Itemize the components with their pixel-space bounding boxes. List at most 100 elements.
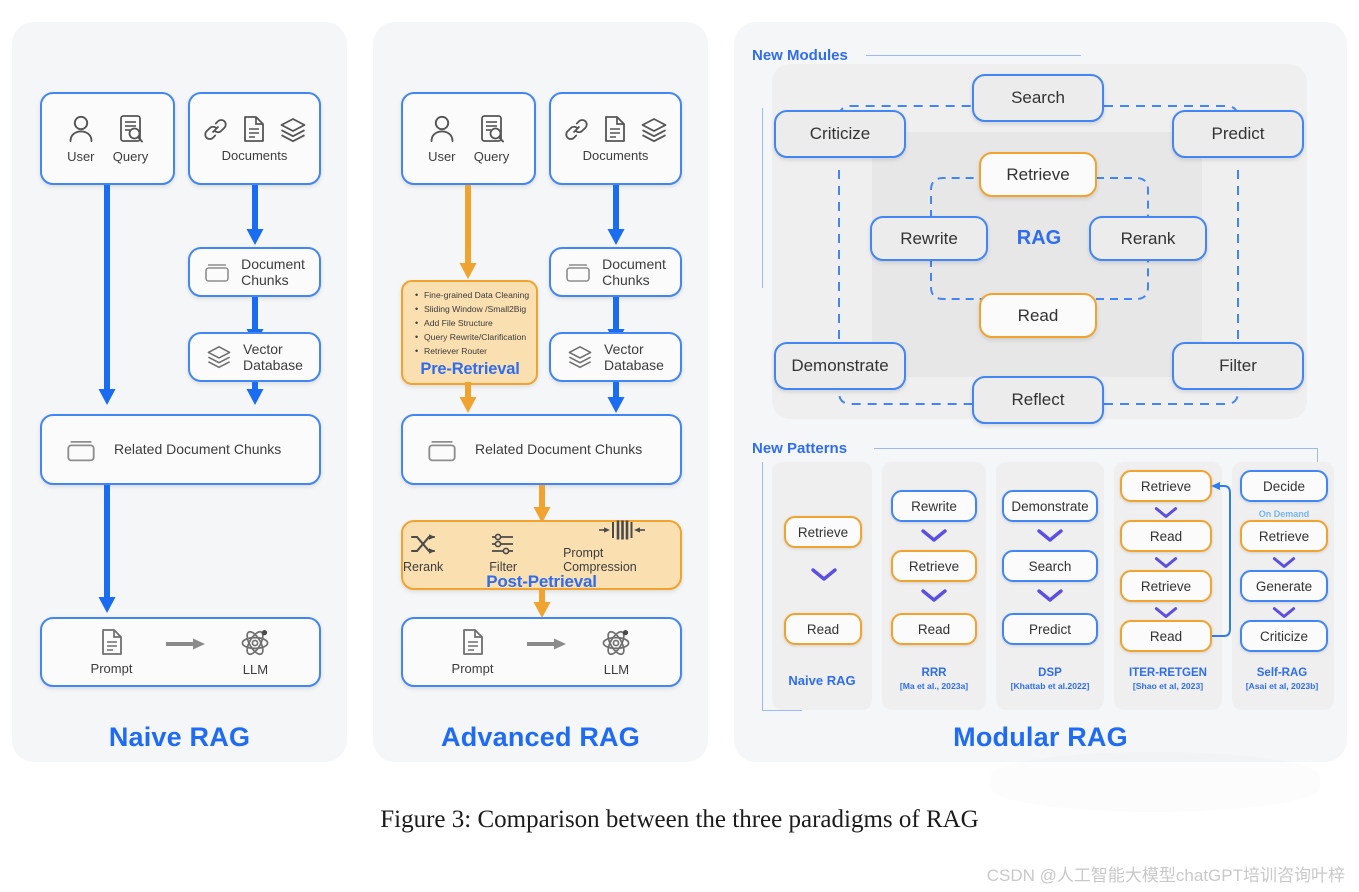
filter-icon-cell: Filter	[489, 533, 517, 574]
right-arrow-icon	[527, 637, 567, 651]
list-item: Sliding Window /Small2Big	[415, 302, 528, 317]
arrow-query-to-preretrieval	[458, 185, 478, 286]
advanced-rag-title: Advanced RAG	[441, 722, 640, 752]
post-retrieval-box: Rerank Filter Prompt Compression Post-Pe…	[401, 519, 682, 591]
query-label: Query	[112, 148, 149, 164]
arrow-documents-to-chunks	[245, 185, 265, 252]
arrow-query-to-related	[97, 185, 117, 412]
related-chunks-label: Related Document Chunks	[114, 441, 282, 458]
layers-icon	[640, 117, 668, 143]
related-chunks-label: Related Document Chunks	[475, 441, 643, 458]
document-icon	[603, 115, 627, 143]
pattern-step-retrieve[interactable]: Retrieve	[1240, 520, 1328, 552]
naive-document-chunks-box: Document Chunks	[188, 247, 321, 297]
layers-icon	[279, 117, 307, 143]
vector-database-label: Vector Database	[604, 340, 664, 373]
panel-modular-rag: New Modules Search Predict Filter Reflec…	[734, 22, 1347, 762]
pre-retrieval-list: Fine-grained Data Cleaning Sliding Windo…	[412, 288, 529, 359]
prompt-compression-icon	[597, 519, 647, 541]
rerank-label: Rerank	[403, 559, 444, 574]
figure-caption: Figure 3: Comparison between the three p…	[380, 806, 979, 833]
document-chunks-label: Document Chunks	[602, 255, 666, 288]
naive-documents-box: Documents	[188, 92, 321, 185]
link-icon	[563, 116, 590, 143]
modular-rag-title: Modular RAG	[953, 722, 1128, 752]
llm-icon-cell: LLM	[240, 628, 270, 677]
naive-rag-title: Naive RAG	[108, 722, 251, 752]
document-icon	[242, 115, 266, 143]
llm-atom-icon	[601, 628, 631, 657]
prompt-icon-cell: Prompt	[451, 628, 494, 676]
arrow-vectordb-to-related	[245, 382, 265, 412]
link-icon	[202, 116, 229, 143]
advanced-document-chunks-box: Document Chunks	[549, 247, 682, 297]
prompt-icon	[100, 628, 124, 656]
query-label: Query	[473, 148, 510, 164]
pattern-step-generate[interactable]: Generate	[1240, 570, 1328, 602]
right-arrow-icon	[166, 637, 206, 651]
filter-icon	[490, 533, 516, 555]
self-rag-on-demand-label: On Demand	[1258, 509, 1310, 519]
list-item: Add File Structure	[415, 316, 528, 331]
user-icon	[428, 114, 456, 144]
vector-database-icon	[206, 345, 232, 369]
documents-label: Documents	[221, 147, 288, 163]
panel-advanced-rag: User Query Documents • Fine-grained Data…	[373, 22, 708, 762]
prompt-icon-cell: Prompt	[90, 628, 133, 676]
documents-icon-cell: Documents	[563, 115, 668, 163]
advanced-vector-database-box: Vector Database	[549, 332, 682, 382]
query-icon	[478, 114, 506, 144]
naive-related-chunks-box: Related Document Chunks	[40, 414, 321, 485]
panel-naive-rag: User Query Documents Document Chunks Vec…	[12, 22, 347, 762]
arrow-documents-to-chunks	[606, 185, 626, 252]
user-label: User	[67, 148, 95, 164]
query-icon-cell: Query	[113, 114, 148, 164]
arrow-related-to-prompt	[97, 485, 117, 620]
naive-prompt-llm-box: Prompt LLM	[40, 617, 321, 687]
user-label: User	[428, 148, 456, 164]
llm-label: LLM	[242, 661, 269, 677]
advanced-documents-box: Documents	[549, 92, 682, 185]
pattern-name-self-rag: Self-RAG [Asai et al, 2023b]	[1230, 667, 1334, 691]
advanced-prompt-llm-box: Prompt LLM	[401, 617, 682, 687]
chunks-icon	[565, 261, 591, 283]
prompt-compression-label: Prompt Compression	[563, 545, 637, 574]
iter-retgen-feedback-arrow	[1211, 482, 1231, 637]
chunks-icon	[427, 437, 457, 463]
prompt-icon	[461, 628, 485, 656]
list-item: Query Rewrite/Clarification	[415, 330, 528, 345]
rerank-icon-cell: Rerank	[403, 533, 443, 574]
user-icon-cell: User	[428, 114, 456, 164]
query-icon-cell: Query	[474, 114, 509, 164]
prompt-label: Prompt	[90, 661, 133, 676]
csdn-watermark: CSDN @人工智能大模型chatGPT培训咨询叶梓	[986, 866, 1345, 885]
query-icon	[117, 114, 145, 144]
llm-label: LLM	[603, 661, 630, 677]
advanced-user-query-box: User Query	[401, 92, 536, 185]
rerank-icon	[410, 533, 436, 555]
pre-retrieval-box: Fine-grained Data Cleaning Sliding Windo…	[401, 280, 538, 385]
naive-vector-database-box: Vector Database	[188, 332, 321, 382]
pattern-name-iter-retgen: ITER-RETGEN [Shao et al, 2023]	[1112, 667, 1224, 691]
user-icon	[67, 114, 95, 144]
pattern-step-criticize[interactable]: Criticize	[1240, 620, 1328, 652]
list-item: Fine-grained Data Cleaning	[415, 288, 529, 303]
chunks-icon	[204, 261, 230, 283]
prompt-compression-icon-cell: Prompt Compression	[563, 519, 680, 574]
chunks-icon	[66, 437, 96, 463]
documents-icon-cell: Documents	[202, 115, 307, 163]
pattern-step-decide[interactable]: Decide	[1240, 470, 1328, 502]
llm-atom-icon	[240, 628, 270, 657]
user-icon-cell: User	[67, 114, 95, 164]
list-item: Retriever Router	[415, 344, 528, 359]
vector-database-label: Vector Database	[243, 340, 303, 373]
prompt-label: Prompt	[451, 661, 494, 676]
pattern-citation: [Shao et al, 2023]	[1132, 680, 1204, 691]
figure-stage: User Query Documents Document Chunks Vec…	[0, 0, 1359, 892]
advanced-related-chunks-box: Related Document Chunks	[401, 414, 682, 485]
naive-user-query-box: User Query	[40, 92, 175, 185]
vector-database-icon	[567, 345, 593, 369]
documents-label: Documents	[582, 147, 649, 163]
llm-icon-cell: LLM	[601, 628, 631, 677]
pre-retrieval-stage-label: Pre-Retrieval	[420, 359, 520, 378]
